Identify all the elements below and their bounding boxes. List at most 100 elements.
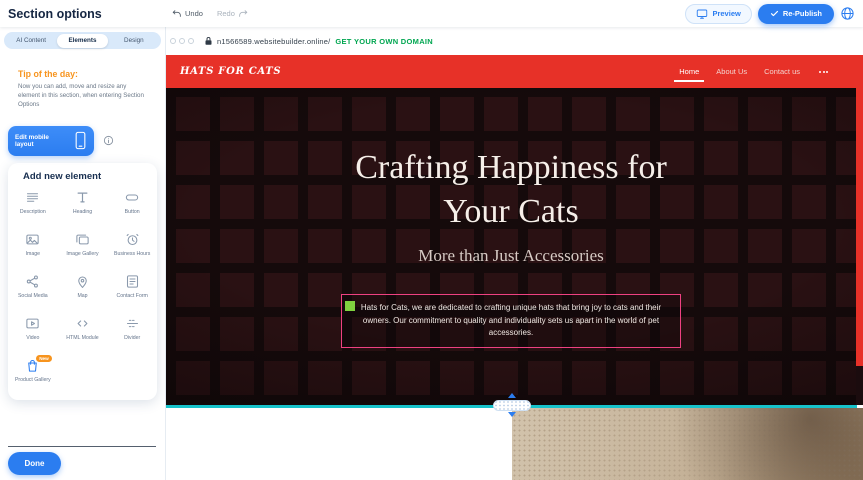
element-label: Social Media bbox=[18, 293, 48, 299]
history-controls: Undo Redo bbox=[172, 0, 248, 27]
phone-icon bbox=[74, 131, 87, 150]
element-label: Image Gallery bbox=[66, 251, 98, 257]
preview-label: Preview bbox=[712, 9, 740, 18]
lock-icon bbox=[204, 36, 213, 46]
add-element-html-module[interactable]: HTML Module bbox=[58, 316, 108, 350]
republish-label: Re-Publish bbox=[783, 9, 822, 18]
business-hours-icon bbox=[125, 232, 140, 248]
image-gallery-icon bbox=[75, 232, 90, 248]
social-media-icon bbox=[25, 274, 40, 290]
element-label: HTML Module bbox=[66, 335, 98, 341]
add-element-product-gallery[interactable]: New Product Gallery bbox=[8, 358, 58, 392]
nav-more-icon[interactable] bbox=[817, 69, 830, 75]
check-icon bbox=[770, 9, 779, 18]
element-label: Contact Form bbox=[116, 293, 147, 299]
info-button[interactable] bbox=[103, 135, 114, 146]
element-label: Description bbox=[20, 209, 46, 215]
sidebar-tabs: AI Content Elements Design bbox=[4, 32, 161, 49]
arrow-up-icon bbox=[508, 393, 516, 398]
add-panel-title: Add new element bbox=[8, 171, 157, 182]
preview-button[interactable]: Preview bbox=[685, 4, 751, 24]
done-button[interactable]: Done bbox=[8, 452, 61, 475]
tip-title: Tip of the day: bbox=[18, 69, 151, 79]
divider-icon bbox=[125, 316, 140, 332]
element-label: Divider bbox=[124, 335, 140, 341]
sidebar: AI Content Elements Design Tip of the da… bbox=[0, 27, 166, 480]
language-globe-button[interactable] bbox=[840, 6, 855, 21]
redo-label: Redo bbox=[217, 9, 235, 18]
tip-of-the-day: Tip of the day: Now you can add, move an… bbox=[18, 69, 151, 110]
hero-heading-line1: Crafting Happiness for bbox=[355, 146, 667, 190]
hero-description-text: Hats for Cats, we are dedicated to craft… bbox=[361, 303, 661, 337]
video-icon bbox=[25, 316, 40, 332]
add-element-image[interactable]: Image bbox=[8, 232, 58, 266]
code-icon bbox=[75, 316, 90, 332]
new-badge: New bbox=[36, 355, 51, 362]
add-element-button[interactable]: Button bbox=[107, 190, 157, 224]
element-grid: Description Heading Button Image Image G bbox=[8, 190, 157, 392]
page-title: Section options bbox=[8, 7, 102, 21]
heading-icon bbox=[75, 190, 90, 206]
info-icon bbox=[103, 135, 114, 146]
nav-about[interactable]: About Us bbox=[716, 67, 747, 76]
drag-dots-icon bbox=[493, 400, 531, 411]
sidebar-divider bbox=[8, 446, 156, 447]
get-domain-link[interactable]: GET YOUR OWN DOMAIN bbox=[335, 37, 433, 46]
window-dot bbox=[179, 38, 185, 44]
redo-icon bbox=[238, 9, 248, 19]
undo-button[interactable]: Undo bbox=[172, 9, 203, 19]
tab-ai-content[interactable]: AI Content bbox=[6, 34, 57, 48]
add-element-divider[interactable]: Divider bbox=[107, 316, 157, 350]
button-icon bbox=[124, 190, 140, 206]
add-element-heading[interactable]: Heading bbox=[58, 190, 108, 224]
nav-home[interactable]: Home bbox=[679, 67, 699, 76]
edit-mobile-row: Edit mobile layout bbox=[8, 126, 165, 156]
tab-elements[interactable]: Elements bbox=[57, 34, 108, 48]
undo-label: Undo bbox=[185, 9, 203, 18]
hero-description-box[interactable]: Hats for Cats, we are dedicated to craft… bbox=[341, 294, 681, 347]
add-element-description[interactable]: Description bbox=[8, 190, 58, 224]
hero-heading-line2: Your Cats bbox=[355, 190, 667, 234]
window-dot bbox=[170, 38, 176, 44]
map-pin-icon bbox=[75, 274, 90, 290]
add-element-social-media[interactable]: Social Media bbox=[8, 274, 58, 308]
element-label: Business Hours bbox=[114, 251, 150, 257]
section-resize-handle[interactable] bbox=[493, 393, 531, 417]
element-label: Heading bbox=[73, 209, 92, 215]
hero-subheading[interactable]: More than Just Accessories bbox=[418, 246, 604, 266]
topbar-actions: Preview Re-Publish bbox=[685, 4, 855, 24]
add-element-map[interactable]: Map bbox=[58, 274, 108, 308]
globe-icon bbox=[840, 6, 855, 21]
tab-design[interactable]: Design bbox=[108, 34, 159, 48]
next-section-photo[interactable] bbox=[512, 408, 863, 480]
app-window: Section options Undo Redo Preview Re-Pub… bbox=[0, 0, 863, 480]
description-icon bbox=[25, 190, 40, 206]
edit-mobile-label: Edit mobile layout bbox=[15, 134, 61, 148]
add-element-image-gallery[interactable]: Image Gallery bbox=[58, 232, 108, 266]
edit-mobile-layout-button[interactable]: Edit mobile layout bbox=[8, 126, 94, 156]
site-logo[interactable]: Hats for Cats bbox=[180, 66, 281, 77]
site-nav: Home About Us Contact us bbox=[679, 67, 830, 76]
site-header: Hats for Cats Home About Us Contact us bbox=[166, 55, 856, 88]
tip-body: Now you can add, move and resize any ele… bbox=[18, 83, 150, 110]
hero-heading[interactable]: Crafting Happiness for Your Cats bbox=[355, 146, 667, 234]
hero-section[interactable]: Crafting Happiness for Your Cats More th… bbox=[166, 88, 856, 405]
image-icon bbox=[25, 232, 40, 248]
element-label: Video bbox=[26, 335, 39, 341]
redo-button[interactable]: Redo bbox=[217, 9, 248, 19]
right-edge-strip-red bbox=[856, 55, 863, 366]
selection-handle[interactable] bbox=[345, 301, 355, 311]
arrow-down-icon bbox=[508, 412, 516, 417]
topbar: Section options Undo Redo Preview Re-Pub… bbox=[0, 0, 863, 27]
add-element-video[interactable]: Video bbox=[8, 316, 58, 350]
contact-form-icon bbox=[125, 274, 140, 290]
add-element-business-hours[interactable]: Business Hours bbox=[107, 232, 157, 266]
nav-contact[interactable]: Contact us bbox=[764, 67, 800, 76]
element-label: Map bbox=[77, 293, 87, 299]
browser-chrome: n1566589.websitebuilder.online/ GET YOUR… bbox=[166, 27, 863, 55]
window-dot bbox=[188, 38, 194, 44]
add-element-contact-form[interactable]: Contact Form bbox=[107, 274, 157, 308]
add-new-element-panel: Add new element Description Heading Butt… bbox=[8, 163, 157, 400]
undo-icon bbox=[172, 9, 182, 19]
republish-button[interactable]: Re-Publish bbox=[758, 4, 834, 24]
